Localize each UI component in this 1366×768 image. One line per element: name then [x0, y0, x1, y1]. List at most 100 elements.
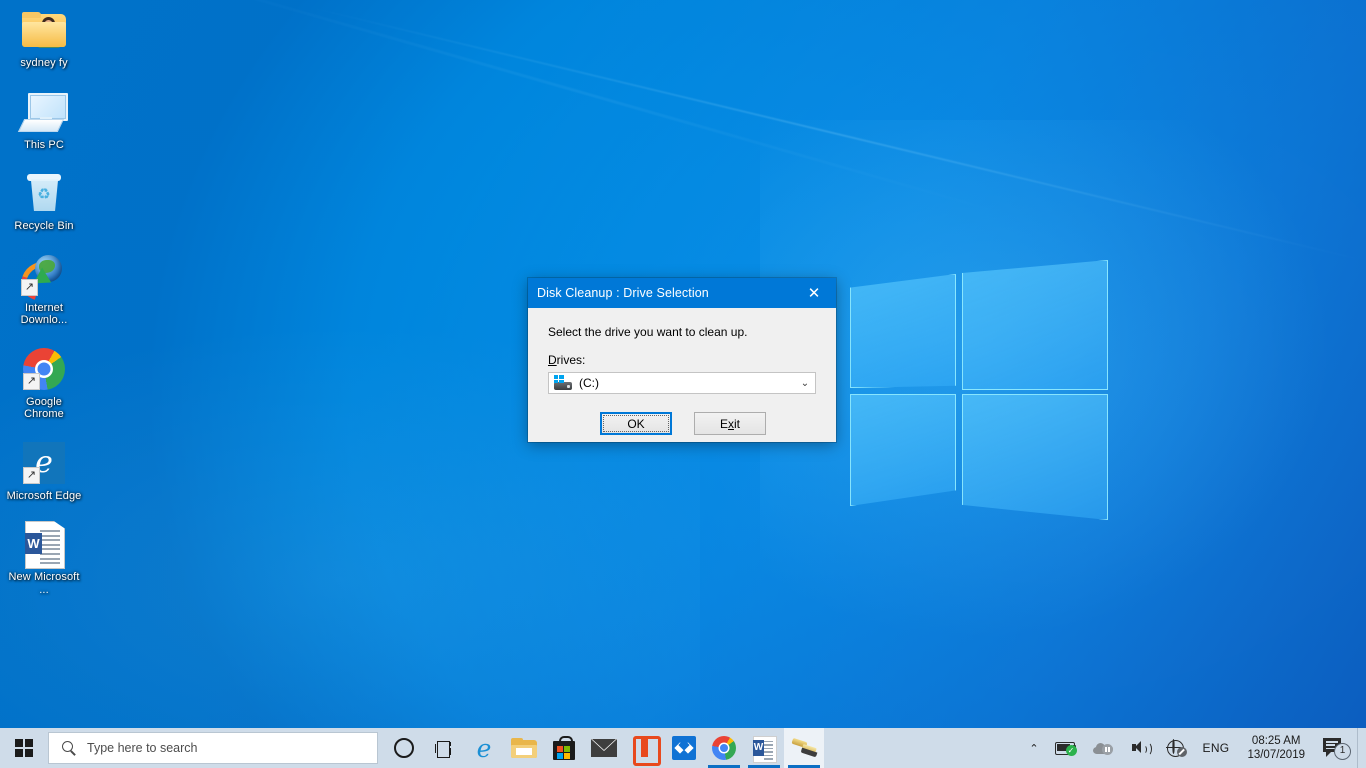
action-center-button[interactable]: 1	[1315, 728, 1357, 768]
chevron-down-icon[interactable]: ⌄	[795, 373, 815, 393]
show-desktop-button[interactable]	[1357, 728, 1366, 768]
dialog-titlebar[interactable]: Disk Cleanup : Drive Selection ✕	[528, 278, 836, 308]
user-folder-icon	[20, 6, 68, 54]
dialog-body: Select the drive you want to clean up. D…	[528, 308, 836, 442]
clock-date: 13/07/2019	[1247, 749, 1305, 761]
desktop[interactable]: sydney fy This PC ♻ Recycle Bin ↗ Intern…	[0, 0, 1366, 768]
desktop-icon-this-pc[interactable]: This PC	[6, 88, 82, 152]
taskbar-item-edge[interactable]: e	[464, 728, 504, 768]
search-input[interactable]: Type here to search	[48, 732, 378, 764]
logo-pane-top-left	[850, 274, 956, 388]
dropbox-icon	[672, 736, 696, 760]
desktop-icon-label: sydney fy	[20, 57, 68, 69]
battery-check-badge: ✓	[1065, 745, 1077, 756]
logo-pane-top-right	[962, 260, 1108, 390]
drives-label: Drives:	[548, 353, 818, 367]
cortana-icon	[394, 738, 414, 758]
desktop-icon-recycle-bin[interactable]: ♻ Recycle Bin	[6, 169, 82, 233]
taskbar-item-dropbox[interactable]	[664, 728, 704, 768]
desktop-icon-google-chrome[interactable]: ↗ Google Chrome	[6, 345, 82, 421]
internet-download-manager-icon: ↗	[14, 251, 70, 308]
tray-onedrive-button[interactable]	[1085, 728, 1123, 768]
volume-icon	[1131, 740, 1152, 756]
microsoft-store-icon	[553, 736, 575, 760]
shortcut-arrow-icon: ↗	[21, 278, 38, 296]
tray-overflow-button[interactable]: ⌃	[1021, 728, 1046, 768]
language-indicator: ENG	[1202, 741, 1230, 755]
google-chrome-icon: ↗	[20, 345, 68, 393]
tray-language-button[interactable]: ENG	[1195, 728, 1238, 768]
google-chrome-icon	[712, 736, 736, 760]
taskbar-item-cortana[interactable]	[384, 728, 424, 768]
microsoft-edge-icon: e	[476, 733, 492, 763]
desktop-icon-label: Recycle Bin	[14, 220, 74, 232]
hard-disk-drive-icon	[553, 375, 573, 391]
tray-volume-button[interactable]	[1123, 728, 1159, 768]
windows-logo-icon	[15, 739, 33, 757]
start-button[interactable]	[0, 728, 48, 768]
taskbar-item-task-view[interactable]	[424, 728, 464, 768]
taskbar-app-list: e W	[378, 728, 824, 768]
desktop-icon-microsoft-edge[interactable]: e ↗ Microsoft Edge	[6, 439, 82, 503]
desktop-icon-label: Google Chrome	[24, 395, 64, 421]
drive-selected-value: (C:)	[579, 376, 599, 390]
taskbar-item-office[interactable]	[624, 728, 664, 768]
disk-cleanup-drive-selection-dialog: Disk Cleanup : Drive Selection ✕ Select …	[528, 278, 836, 442]
dialog-prompt-text: Select the drive you want to clean up.	[548, 325, 748, 339]
taskbar: Type here to search e W ⌃ ✓ ENG 08:25 AM…	[0, 728, 1366, 768]
tray-battery-button[interactable]: ✓	[1047, 728, 1085, 768]
microsoft-word-icon: W	[753, 735, 777, 763]
logo-pane-bottom-right	[962, 394, 1108, 520]
battery-icon: ✓	[1054, 741, 1077, 756]
wallpaper-windows-logo	[842, 252, 1112, 520]
drives-label-accel: D	[548, 353, 557, 367]
clock-time: 08:25 AM	[1251, 735, 1301, 747]
this-pc-icon	[17, 88, 68, 136]
taskbar-item-mail[interactable]	[584, 728, 624, 768]
drive-select-combobox[interactable]: (C:) ⌄	[548, 372, 816, 394]
desktop-icon-label: Microsoft Edge	[6, 489, 82, 502]
task-view-icon	[434, 740, 454, 758]
search-placeholder: Type here to search	[87, 741, 198, 755]
taskbar-item-word[interactable]: W	[744, 728, 784, 768]
logo-pane-bottom-left	[850, 394, 956, 506]
microsoft-edge-icon: e ↗	[20, 439, 68, 487]
desktop-icon-label: Internet Downlo...	[20, 301, 68, 327]
shortcut-arrow-icon: ↗	[23, 466, 40, 484]
chevron-up-icon: ⌃	[1029, 742, 1039, 755]
drives-label-rest: rives:	[556, 353, 586, 367]
desktop-icon-internet-download-manager[interactable]: ↗ Internet Downlo...	[6, 251, 82, 327]
system-tray: ⌃ ✓ ENG 08:25 AM 13/07/2019 1	[1021, 728, 1366, 768]
ok-button[interactable]: OK	[600, 412, 672, 435]
dialog-button-row: OK Exit	[548, 412, 818, 435]
desktop-icon-label: This PC	[24, 138, 64, 151]
wallpaper-light-streak	[299, 4, 1366, 263]
exit-button-label: Exit	[719, 416, 740, 431]
microsoft-office-icon	[633, 736, 661, 766]
taskbar-item-file-explorer[interactable]	[504, 728, 544, 768]
taskbar-item-store[interactable]	[544, 728, 584, 768]
onedrive-paused-icon	[1092, 741, 1115, 755]
action-center-icon: 1	[1323, 737, 1351, 760]
dialog-title: Disk Cleanup : Drive Selection	[537, 286, 709, 300]
taskbar-item-chrome[interactable]	[704, 728, 744, 768]
file-explorer-icon	[511, 737, 537, 759]
network-no-internet-icon	[1165, 739, 1187, 757]
clock[interactable]: 08:25 AM 13/07/2019	[1237, 734, 1315, 762]
tray-network-button[interactable]	[1159, 728, 1195, 768]
notification-badge: 1	[1334, 743, 1351, 760]
recycle-bin-icon: ♻	[20, 169, 68, 217]
desktop-icon-list: sydney fy This PC ♻ Recycle Bin ↗ Intern…	[0, 6, 84, 614]
close-icon[interactable]: ✕	[792, 278, 836, 308]
shortcut-arrow-icon: ↗	[23, 372, 40, 390]
disk-cleanup-icon	[791, 737, 818, 759]
desktop-icon-label: New Microsoft ...	[8, 571, 80, 596]
search-icon	[61, 740, 77, 756]
desktop-icon-new-microsoft-word-document[interactable]: W New Microsoft ...	[6, 520, 82, 596]
wallpaper-light-streak	[159, 0, 1026, 222]
mail-icon	[591, 739, 617, 757]
desktop-icon-sydney-fy[interactable]: sydney fy	[6, 6, 82, 70]
word-document-icon: W	[20, 520, 68, 569]
taskbar-item-disk-cleanup[interactable]	[784, 728, 824, 768]
exit-button[interactable]: Exit	[694, 412, 766, 435]
